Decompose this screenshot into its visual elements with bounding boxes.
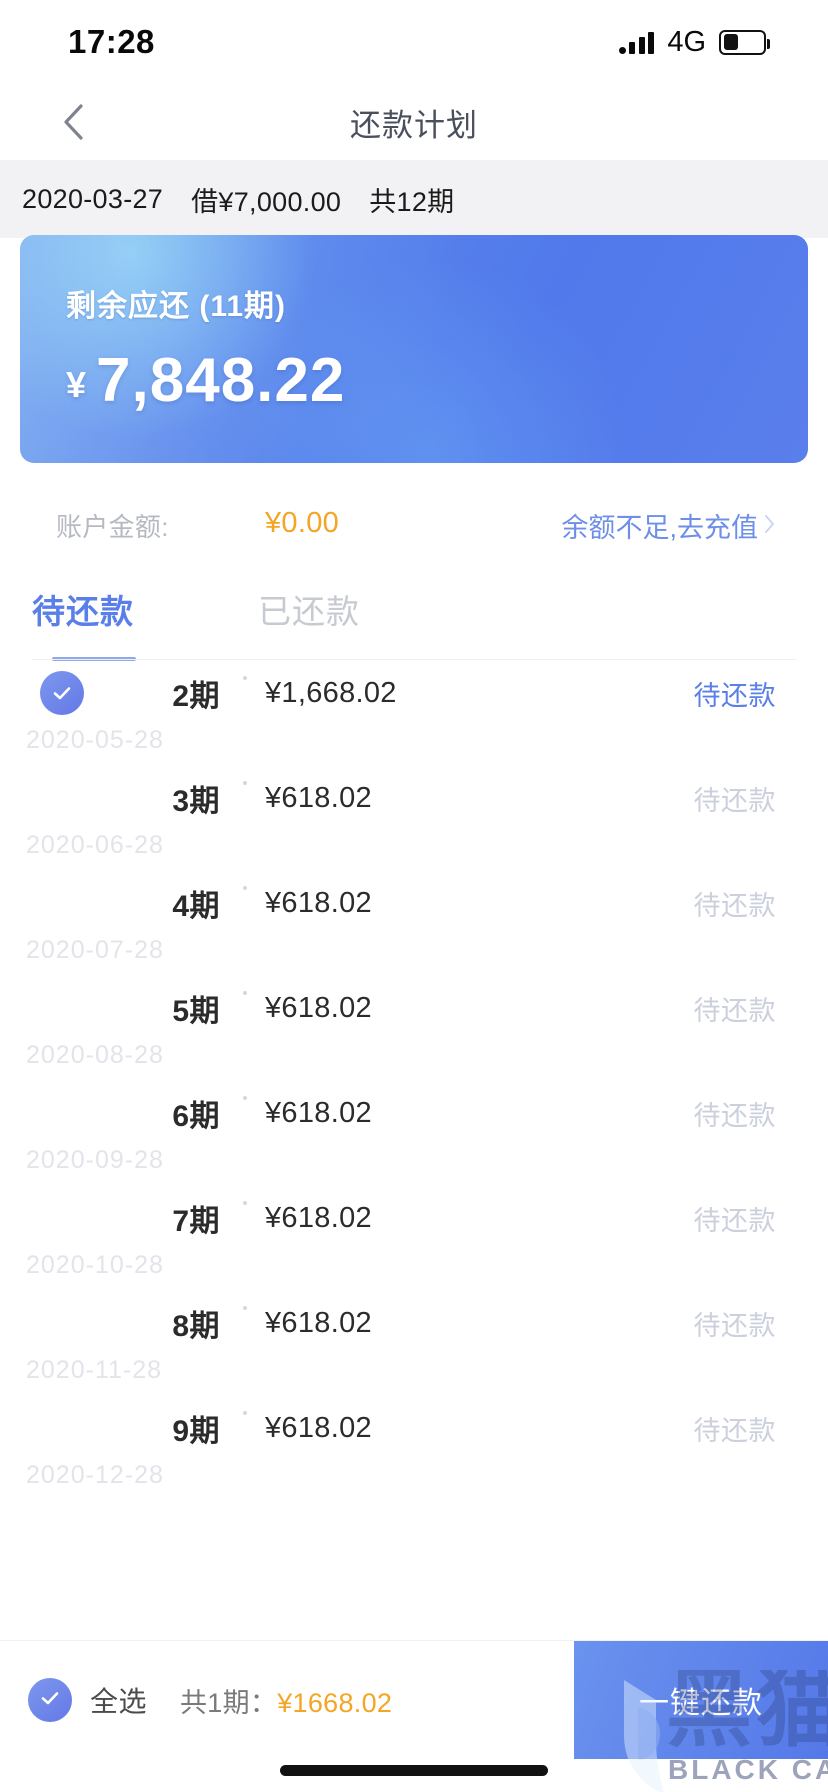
installment-amount: ¥618.02 xyxy=(265,991,372,1024)
select-all-checkbox[interactable] xyxy=(28,1678,72,1722)
installment-status: 待还款 xyxy=(693,1415,776,1446)
page-title: 还款计划 xyxy=(350,107,478,143)
tab-repaid[interactable]: 已还款 xyxy=(258,585,360,633)
installment-amount: ¥618.02 xyxy=(265,1411,372,1444)
remaining-balance-card: 剩余应还 (11期) ¥ 7,848.22 xyxy=(20,235,808,463)
tabs-divider xyxy=(32,659,796,660)
installment-term: 9期 xyxy=(172,1415,220,1448)
check-circle-icon xyxy=(50,681,74,705)
installment-amount: ¥618.02 xyxy=(265,1201,372,1234)
selection-summary-prefix: 共1期： xyxy=(180,1687,278,1718)
installment-row[interactable]: 5期 ¥618.02 待还款 2020-08-28 xyxy=(0,977,828,1082)
installment-term: 7期 xyxy=(172,1205,220,1238)
installment-status: 待还款 xyxy=(693,1100,776,1131)
separator-dot xyxy=(243,1096,247,1100)
installment-term: 3期 xyxy=(172,785,220,818)
installment-row[interactable]: 7期 ¥618.02 待还款 2020-10-28 xyxy=(0,1187,828,1292)
installment-term: 2期 xyxy=(172,680,220,713)
installment-due-date: 2020-05-28 xyxy=(26,726,164,754)
app-screen: 17:28 4G 还款计划 2020-03-27 借¥7,000.00 共12期 xyxy=(0,0,828,1792)
installment-amount: ¥1,668.02 xyxy=(265,676,397,709)
balance-amount: ¥0.00 xyxy=(265,506,340,539)
status-time: 17:28 xyxy=(68,23,155,60)
loan-principal: 借¥7,000.00 xyxy=(191,186,342,217)
loan-terms: 共12期 xyxy=(369,186,455,217)
battery-low-icon xyxy=(719,29,770,55)
select-all-label: 全选 xyxy=(90,1686,148,1717)
installment-due-date: 2020-09-28 xyxy=(26,1146,164,1174)
currency-symbol: ¥ xyxy=(66,364,87,405)
chevron-right-icon xyxy=(764,510,776,541)
separator-dot xyxy=(243,1201,247,1205)
installment-term: 5期 xyxy=(172,995,220,1028)
tab-pending[interactable]: 待还款 xyxy=(32,585,134,633)
loan-date: 2020-03-27 xyxy=(22,183,164,214)
installment-row[interactable]: 8期 ¥618.02 待还款 2020-11-28 xyxy=(0,1292,828,1397)
remaining-amount-value: 7,848.22 xyxy=(96,346,346,415)
installment-term: 8期 xyxy=(172,1310,220,1343)
home-indicator xyxy=(280,1765,548,1776)
separator-dot xyxy=(243,1411,247,1415)
installment-status: 待还款 xyxy=(693,1205,776,1236)
separator-dot xyxy=(243,676,247,680)
pay-all-button[interactable]: 一键还款 xyxy=(574,1641,828,1759)
installment-checkbox[interactable] xyxy=(40,671,84,715)
installment-status: 待还款 xyxy=(693,1310,776,1341)
installment-due-date: 2020-06-28 xyxy=(26,831,164,859)
selection-summary: 共1期：¥1668.02 xyxy=(180,1681,392,1720)
installment-row[interactable]: 6期 ¥618.02 待还款 2020-09-28 xyxy=(0,1082,828,1187)
installment-amount: ¥618.02 xyxy=(265,781,372,814)
list-fade-mask xyxy=(0,1484,828,1522)
installment-list[interactable]: 2期 ¥1,668.02 待还款 2020-05-28 3期 ¥618.02 待还款 2020… xyxy=(0,662,828,1522)
check-circle-icon xyxy=(38,1686,62,1715)
bottom-action-bar: 全选 共1期：¥1668.02 一键还款 xyxy=(0,1640,828,1792)
installment-tabs: 待还款 已还款 xyxy=(0,585,828,661)
installment-amount: ¥618.02 xyxy=(265,1096,372,1129)
status-bar: 17:28 4G xyxy=(0,0,828,84)
installment-due-date: 2020-10-28 xyxy=(26,1251,164,1279)
separator-dot xyxy=(243,991,247,995)
separator-dot xyxy=(243,781,247,785)
card-label: 剩余应还 (11期) xyxy=(66,290,287,323)
loan-summary-strip: 2020-03-27 借¥7,000.00 共12期 xyxy=(0,160,828,238)
balance-label-text: 账户金额: xyxy=(56,511,169,542)
installment-amount: ¥618.02 xyxy=(265,1306,372,1339)
separator-dot xyxy=(243,886,247,890)
installment-row[interactable]: 2期 ¥1,668.02 待还款 2020-05-28 xyxy=(0,662,828,767)
installment-row[interactable]: 4期 ¥618.02 待还款 2020-07-28 xyxy=(0,872,828,977)
account-balance-row: 账户金额: ¥0.00 余额不足,去充值 xyxy=(0,495,828,555)
navigation-bar: 还款计划 xyxy=(0,84,828,160)
card-amount: ¥ 7,848.22 xyxy=(66,345,345,416)
installment-due-date: 2020-07-28 xyxy=(26,936,164,964)
installment-due-date: 2020-08-28 xyxy=(26,1041,164,1069)
installment-row[interactable]: 3期 ¥618.02 待还款 2020-06-28 xyxy=(0,767,828,872)
installment-status: 待还款 xyxy=(693,995,776,1026)
signal-bars-icon xyxy=(618,31,655,54)
separator-dot xyxy=(243,1306,247,1310)
installment-term: 4期 xyxy=(172,890,220,923)
installment-status: 待还款 xyxy=(693,680,776,711)
recharge-label: 余额不足,去充值 xyxy=(561,512,758,543)
installment-amount: ¥618.02 xyxy=(265,886,372,919)
installment-due-date: 2020-11-28 xyxy=(26,1356,163,1384)
installment-status: 待还款 xyxy=(693,890,776,921)
account-balance-label: 账户金额: ¥0.00 xyxy=(56,507,339,544)
installment-status: 待还款 xyxy=(693,785,776,816)
status-indicators: 4G xyxy=(618,25,770,59)
installment-term: 6期 xyxy=(172,1100,220,1133)
selection-summary-amount: ¥1668.02 xyxy=(277,1687,393,1718)
recharge-link[interactable]: 余额不足,去充值 xyxy=(561,506,776,545)
network-type-label: 4G xyxy=(667,25,706,58)
